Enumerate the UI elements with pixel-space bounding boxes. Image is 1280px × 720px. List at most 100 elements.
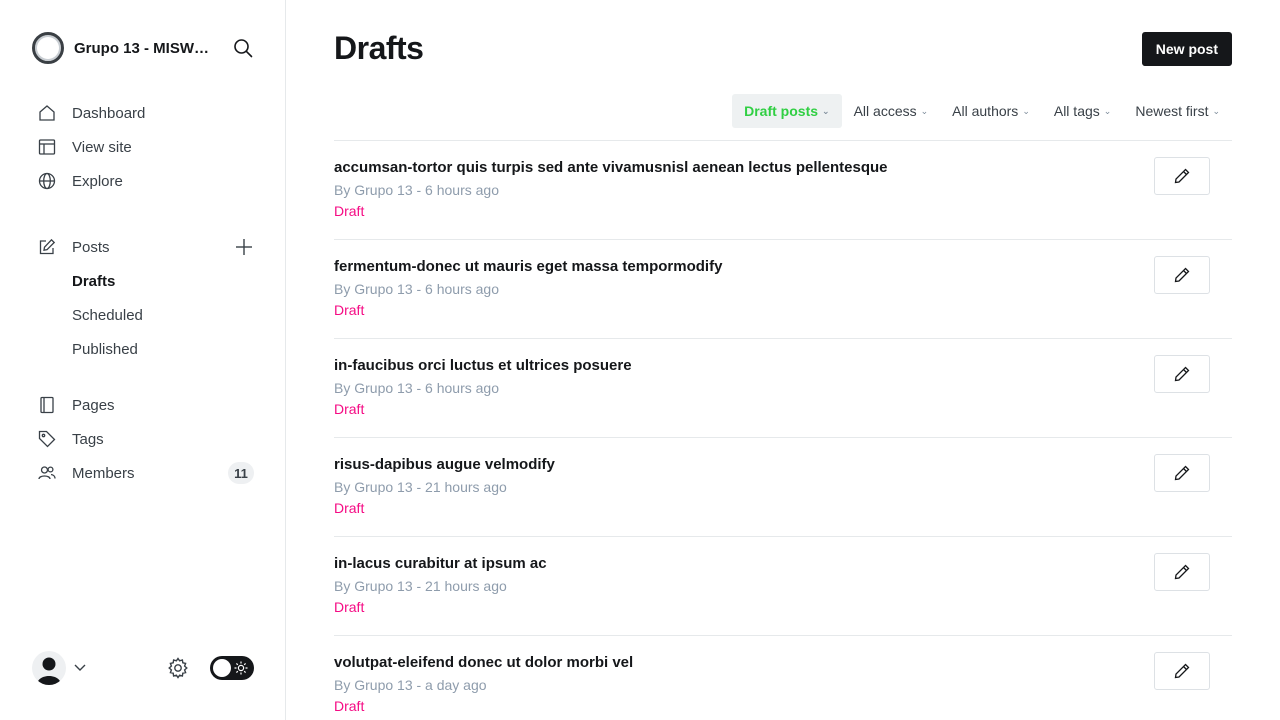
nav-tags[interactable]: Tags — [32, 422, 254, 456]
nav-view-site[interactable]: View site — [32, 130, 254, 164]
filter-bar: Draft posts ⌄ All access ⌄ All authors ⌄… — [732, 94, 1232, 128]
pencil-icon — [1174, 465, 1190, 481]
sidebar: Grupo 13 - MISW4103 Dashboard View site — [0, 0, 286, 720]
filter-tags[interactable]: All tags ⌄ — [1042, 94, 1123, 128]
nav-drafts[interactable]: Drafts — [32, 264, 254, 298]
post-row[interactable]: volutpat-eleifend donec ut dolor morbi v… — [334, 636, 1232, 720]
post-row[interactable]: in-lacus curabitur at ipsum ac By Grupo … — [334, 537, 1232, 636]
post-title[interactable]: accumsan-tortor quis turpis sed ante viv… — [334, 159, 888, 176]
user-avatar[interactable] — [32, 651, 66, 685]
pencil-icon — [1174, 267, 1190, 283]
post-title[interactable]: in-faucibus orci luctus et ultrices posu… — [334, 357, 632, 374]
post-meta: By Grupo 13 - 6 hours ago — [334, 380, 499, 396]
filter-authors-label: All authors — [952, 103, 1019, 119]
nav-published[interactable]: Published — [32, 332, 254, 366]
post-meta: By Grupo 13 - 6 hours ago — [334, 182, 499, 198]
post-status: Draft — [334, 203, 365, 219]
nav-scheduled[interactable]: Scheduled — [32, 298, 254, 332]
post-meta: By Grupo 13 - a day ago — [334, 677, 487, 693]
nav-scheduled-label: Scheduled — [72, 306, 143, 324]
site-logo[interactable] — [32, 32, 64, 64]
content-nav: Pages Tags Members 11 — [32, 388, 254, 490]
globe-icon — [38, 172, 56, 190]
members-count-badge: 11 — [228, 462, 254, 484]
add-post-icon[interactable] — [234, 237, 254, 257]
pencil-icon — [1174, 663, 1190, 679]
toggle-knob — [213, 659, 231, 677]
tag-icon — [38, 430, 56, 448]
post-status: Draft — [334, 698, 365, 714]
nav-tags-label: Tags — [72, 430, 104, 448]
filter-access[interactable]: All access ⌄ — [842, 94, 941, 128]
pencil-icon — [1174, 366, 1190, 382]
search-icon[interactable] — [232, 37, 254, 59]
nav-posts-label: Posts — [72, 238, 110, 256]
post-meta: By Grupo 13 - 21 hours ago — [334, 479, 507, 495]
page-title: Drafts — [334, 30, 424, 66]
edit-post-button[interactable] — [1154, 454, 1210, 492]
filter-type[interactable]: Draft posts ⌄ — [732, 94, 842, 128]
filter-tags-label: All tags — [1053, 103, 1100, 119]
edit-post-button[interactable] — [1154, 256, 1210, 294]
post-row[interactable]: accumsan-tortor quis turpis sed ante viv… — [334, 141, 1232, 240]
members-icon — [38, 464, 56, 482]
pencil-icon — [1174, 564, 1190, 580]
theme-toggle[interactable] — [210, 656, 254, 680]
post-status: Draft — [334, 500, 365, 516]
post-status: Draft — [334, 599, 365, 615]
nav-pages-label: Pages — [72, 396, 115, 414]
brand: Grupo 13 - MISW4103 — [32, 32, 254, 64]
filter-authors[interactable]: All authors ⌄ — [940, 94, 1042, 128]
chevron-down-icon: ⌄ — [1103, 105, 1112, 116]
posts-nav: Posts Drafts Scheduled Published — [32, 230, 254, 366]
filter-access-label: All access — [853, 103, 917, 119]
post-title[interactable]: risus-dapibus augue velmodify — [334, 456, 555, 473]
post-title[interactable]: in-lacus curabitur at ipsum ac — [334, 555, 547, 572]
edit-post-button[interactable] — [1154, 553, 1210, 591]
post-row[interactable]: risus-dapibus augue velmodify By Grupo 1… — [334, 438, 1232, 537]
nav-members[interactable]: Members 11 — [32, 456, 254, 490]
post-row[interactable]: in-faucibus orci luctus et ultrices posu… — [334, 339, 1232, 438]
post-status: Draft — [334, 302, 365, 318]
nav-explore[interactable]: Explore — [32, 164, 254, 198]
post-title[interactable]: fermentum-donec ut mauris eget massa tem… — [334, 258, 722, 275]
post-meta: By Grupo 13 - 6 hours ago — [334, 281, 499, 297]
site-title[interactable]: Grupo 13 - MISW4103 — [74, 40, 214, 57]
post-status: Draft — [334, 401, 365, 417]
post-row[interactable]: fermentum-donec ut mauris eget massa tem… — [334, 240, 1232, 339]
nav-members-label: Members — [72, 464, 135, 482]
nav-view-site-label: View site — [72, 138, 132, 156]
sidebar-footer — [32, 650, 254, 686]
new-post-button[interactable]: New post — [1141, 32, 1232, 66]
edit-post-button[interactable] — [1154, 652, 1210, 690]
nav-explore-label: Explore — [72, 172, 123, 190]
post-title[interactable]: volutpat-eleifend donec ut dolor morbi v… — [334, 654, 633, 671]
chevron-down-icon[interactable] — [74, 659, 86, 677]
nav-published-label: Published — [72, 340, 138, 358]
posts-list: accumsan-tortor quis turpis sed ante viv… — [334, 140, 1232, 720]
chevron-down-icon: ⌄ — [1212, 105, 1220, 116]
nav-pages[interactable]: Pages — [32, 388, 254, 422]
main-content: Drafts New post Draft posts ⌄ All access… — [286, 0, 1280, 720]
post-meta: By Grupo 13 - 21 hours ago — [334, 578, 507, 594]
gear-icon[interactable] — [166, 656, 190, 680]
layout-icon — [38, 138, 56, 156]
filter-sort-label: Newest first — [1135, 103, 1209, 119]
home-icon — [38, 104, 56, 122]
chevron-down-icon: ⌄ — [822, 105, 830, 116]
filter-type-label: Draft posts — [744, 103, 819, 119]
edit-post-button[interactable] — [1154, 157, 1210, 195]
nav-dashboard[interactable]: Dashboard — [32, 96, 254, 130]
main-nav: Dashboard View site Explore — [32, 96, 254, 198]
chevron-down-icon: ⌄ — [920, 105, 929, 116]
page-icon — [38, 396, 56, 414]
pencil-icon — [1174, 168, 1190, 184]
filter-sort[interactable]: Newest first ⌄ — [1123, 94, 1232, 128]
edit-post-icon — [38, 238, 56, 256]
sun-icon — [234, 661, 248, 675]
nav-drafts-label: Drafts — [72, 272, 116, 290]
edit-post-button[interactable] — [1154, 355, 1210, 393]
nav-posts[interactable]: Posts — [32, 230, 254, 264]
nav-dashboard-label: Dashboard — [72, 104, 146, 122]
chevron-down-icon: ⌄ — [1022, 105, 1030, 116]
